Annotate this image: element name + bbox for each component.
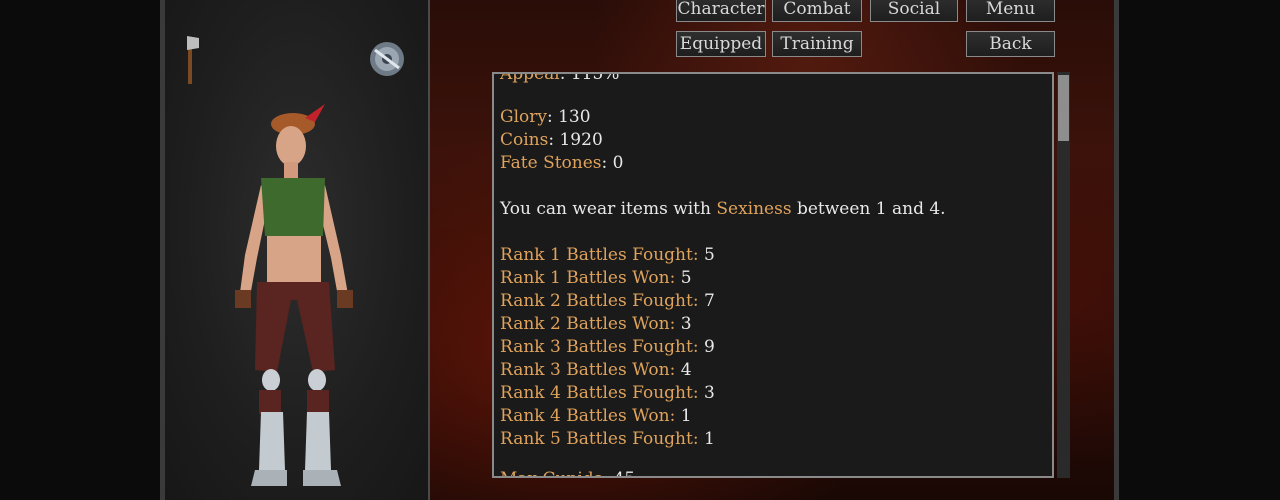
tab-social[interactable]: Social (870, 0, 958, 22)
list-item: Rank 3 Battles Fought: 9 (500, 337, 715, 357)
tab-equipped[interactable]: Equipped (676, 31, 766, 57)
list-item: Rank 2 Battles Won: 3 (500, 314, 692, 334)
character-portrait (187, 36, 404, 486)
fighter-figure (235, 104, 353, 486)
list-item: Rank 1 Battles Fought: 5 (500, 245, 715, 265)
shield-icon[interactable] (370, 42, 404, 76)
scrollbar-thumb[interactable] (1058, 75, 1069, 141)
stats-text-panel[interactable]: Appeal: 115% Glory: 130 Coins: 1920 Fate… (492, 72, 1054, 478)
list-item: Rank 3 Battles Won: 4 (500, 360, 692, 380)
axe-icon[interactable] (187, 36, 199, 84)
tab-character[interactable]: Character (676, 0, 766, 22)
sexiness-range-text: You can wear items with Sexiness between… (500, 199, 946, 219)
back-button[interactable]: Back (966, 31, 1055, 57)
tab-training[interactable]: Training (772, 31, 862, 57)
list-item: Rank 5 Battles Fought: 1 (500, 429, 715, 449)
stat-max-cupids: Max Cupids: 45 (500, 468, 635, 476)
stat-appeal: Appeal: 115% (500, 72, 620, 84)
list-item: Rank 4 Battles Fought: 3 (500, 383, 715, 403)
right-frame (1114, 0, 1119, 500)
list-item: Rank 1 Battles Won: 5 (500, 268, 692, 288)
character-portrait-panel (165, 0, 430, 500)
tab-combat[interactable]: Combat (772, 0, 862, 22)
menu-button[interactable]: Menu (966, 0, 1055, 22)
stat-coins: Coins: 1920 (500, 130, 603, 150)
stat-fate-stones: Fate Stones: 0 (500, 153, 624, 173)
stat-glory: Glory: 130 (500, 107, 591, 127)
list-item: Rank 2 Battles Fought: 7 (500, 291, 715, 311)
list-item: Rank 4 Battles Won: 1 (500, 406, 692, 426)
